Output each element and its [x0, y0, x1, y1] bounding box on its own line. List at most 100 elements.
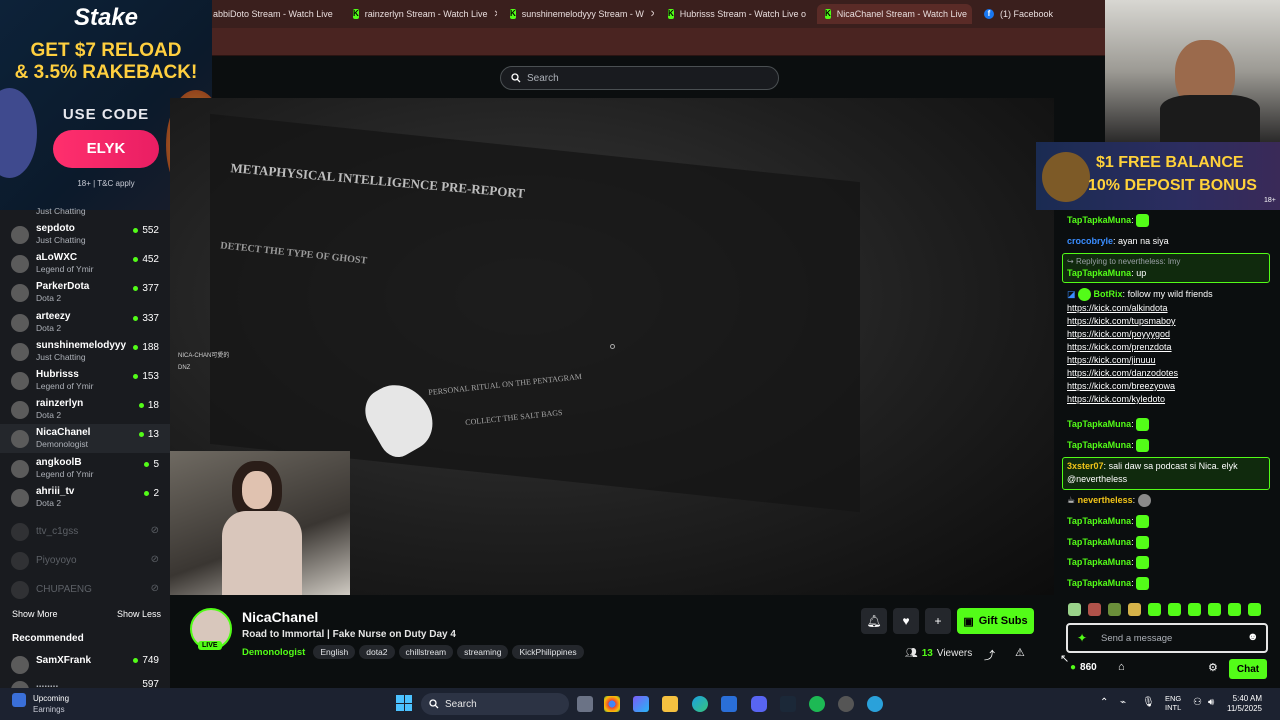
chat-link[interactable]: https://kick.com/prenzdota — [1067, 341, 1178, 354]
emoji-icon[interactable]: ☻ — [1247, 631, 1259, 643]
chat-username[interactable]: nevertheless — [1078, 495, 1133, 505]
sidebar-channel-offline[interactable]: ttv_c1gss ⊘ — [0, 517, 170, 546]
browser-tab[interactable]: abbiDoto Stream - Watch Live — [205, 4, 340, 24]
tag[interactable]: chillstream — [398, 645, 454, 659]
steam-icon[interactable] — [780, 696, 796, 712]
chat-send-button[interactable]: Chat — [1229, 659, 1267, 679]
store-app-icon[interactable] — [721, 696, 737, 712]
chat-username[interactable]: TapTapkaMuna — [1067, 419, 1131, 429]
chat-link[interactable]: https://kick.com/jinuuu — [1067, 354, 1178, 367]
copilot-icon[interactable] — [633, 696, 649, 712]
sidebar-channel-ahriii_tv[interactable]: ahriii_tv Dota 2 2 — [0, 483, 170, 512]
chat-username[interactable]: TapTapkaMuna — [1067, 440, 1131, 450]
chat-link[interactable]: https://kick.com/danzodotes — [1067, 367, 1178, 380]
windows-start-icon[interactable] — [396, 695, 412, 711]
volume-icon[interactable]: 🔊︎ — [1208, 697, 1214, 708]
tag[interactable]: English — [313, 645, 356, 659]
sidebar-channel-offline[interactable]: Piyoyoyo ⊘ — [0, 546, 170, 575]
follow-button[interactable]: ♥ — [893, 608, 919, 634]
chat-username[interactable]: TapTapkaMuna — [1067, 578, 1131, 588]
spotify-icon[interactable] — [809, 696, 825, 712]
sidebar-recommended-channel[interactable]: ........ 597 — [0, 675, 170, 688]
chat-link[interactable]: https://kick.com/kyledoto — [1067, 393, 1178, 406]
edge-icon[interactable] — [692, 696, 708, 712]
browser-tab[interactable]: K sunshinemelodyyy Stream - W ✕ — [502, 4, 654, 24]
tab-title: (1) Facebook — [1000, 9, 1054, 19]
sidebar-channel-alowxc[interactable]: aLoWXC Legend of Ymir 452 — [0, 249, 170, 278]
chat-username[interactable]: 3xster07 — [1067, 461, 1104, 471]
close-icon[interactable]: ✕ — [494, 9, 498, 20]
browser-tab-active[interactable]: K NicaChanel Stream - Watch Live ✕ — [817, 4, 972, 24]
share-icon[interactable]: ⤴ — [984, 647, 995, 663]
bonus-ad[interactable]: $1 FREE BALANCE 10% DEPOSIT BONUS 18+ — [1036, 142, 1280, 210]
network-icon[interactable]: ⌁ — [1120, 697, 1126, 708]
chat-username[interactable]: TapTapkaMuna — [1067, 268, 1131, 278]
emote-icon[interactable] — [1188, 603, 1201, 616]
emote-icon[interactable] — [1108, 603, 1121, 616]
emote-icon[interactable] — [1208, 603, 1221, 616]
emote-icon[interactable] — [1168, 603, 1181, 616]
subscribe-button[interactable]: + — [925, 608, 951, 634]
notification-bell-button[interactable]: 🔔︎ — [861, 608, 887, 634]
chat-username[interactable]: crocobryle — [1067, 236, 1113, 246]
sidebar-channel-nicachanel[interactable]: NicaChanel Demonologist 13 — [0, 424, 170, 454]
chat-username[interactable]: TapTapkaMuna — [1067, 557, 1131, 567]
telegram-icon[interactable] — [867, 696, 883, 712]
search-input[interactable]: Search — [500, 66, 779, 90]
emote-icon[interactable] — [1068, 603, 1081, 616]
gear-icon[interactable]: ⚙ — [1208, 661, 1218, 674]
language-indicator[interactable]: ENG INTL — [1165, 694, 1181, 712]
channel-points[interactable]: ● 860 — [1070, 662, 1097, 673]
discord-icon[interactable] — [751, 696, 767, 712]
file-explorer-icon[interactable] — [662, 696, 678, 712]
sidebar-channel-hubrisss[interactable]: Hubrisss Legend of Ymir 153 — [0, 366, 170, 395]
chat-link[interactable]: https://kick.com/tupsmaboy — [1067, 315, 1178, 328]
sparkle-icon[interactable]: ✦ — [1077, 631, 1087, 645]
wifi-icon[interactable]: ⚇ — [1193, 697, 1202, 708]
sidebar-channel-parkerdota[interactable]: ParkerDota Dota 2 377 — [0, 278, 170, 307]
sidebar-channel-angkoolb[interactable]: angkoolB Legend of Ymir 5 — [0, 454, 170, 483]
obs-icon[interactable] — [838, 696, 854, 712]
emote-icon[interactable] — [1248, 603, 1261, 616]
chat-input[interactable]: ✦ Send a message ☻ — [1066, 623, 1268, 653]
sidebar-channel-offline[interactable]: CHUPAENG ⊘ — [0, 575, 170, 604]
microphone-icon[interactable]: 🎙︎ — [1142, 697, 1155, 708]
emote-icon[interactable] — [1148, 603, 1161, 616]
task-view-icon[interactable] — [577, 696, 593, 712]
store-icon[interactable]: ⌂ — [1118, 661, 1125, 673]
report-icon[interactable]: ⚠ — [1015, 646, 1025, 659]
chat-username[interactable]: TapTapkaMuna — [1067, 537, 1131, 547]
tag[interactable]: streaming — [457, 645, 509, 659]
widget-title[interactable]: Upcoming — [33, 694, 69, 703]
stocks-icon[interactable] — [12, 693, 26, 707]
tag[interactable]: KickPhilippines — [512, 645, 584, 659]
sidebar-channel-sunshinemelodyyy[interactable]: sunshinemelodyyy Just Chatting 188 — [0, 337, 170, 366]
show-less-button[interactable]: Show Less — [117, 609, 161, 619]
close-icon[interactable]: ✕ — [650, 9, 654, 20]
chevron-up-icon[interactable]: ⌃ — [1100, 697, 1108, 708]
emote-icon[interactable] — [1228, 603, 1241, 616]
chat-username[interactable]: TapTapkaMuna — [1067, 215, 1131, 225]
chat-username[interactable]: BotRix — [1094, 289, 1123, 299]
emote-icon[interactable] — [1088, 603, 1101, 616]
emote-icon[interactable] — [1128, 603, 1141, 616]
browser-tab[interactable]: f (1) Facebook — [976, 4, 1101, 24]
gift-subs-button[interactable]: ▣ Gift Subs — [957, 608, 1034, 634]
chat-link[interactable]: https://kick.com/breezyowa — [1067, 380, 1178, 393]
chat-link[interactable]: https://kick.com/alkindota — [1067, 302, 1178, 315]
chat-username[interactable]: TapTapkaMuna — [1067, 516, 1131, 526]
sidebar-channel-sepdoto[interactable]: sepdoto Just Chatting 552 — [0, 220, 170, 249]
browser-tab[interactable]: K rainzerlyn Stream - Watch Live ✕ — [345, 4, 497, 24]
clock[interactable]: 5:40 AM 11/5/2025 — [1227, 694, 1262, 714]
sidebar-channel-arteezy[interactable]: arteezy Dota 2 337 — [0, 308, 170, 337]
browser-tab[interactable]: K Hubrisss Stream - Watch Live o ✕ — [660, 4, 812, 24]
taskbar-search[interactable]: Search — [421, 693, 569, 715]
chat-link[interactable]: https://kick.com/poyyygod — [1067, 328, 1178, 341]
chrome-icon[interactable] — [604, 696, 620, 712]
streamer-name[interactable]: NicaChanel — [242, 609, 318, 625]
show-more-button[interactable]: Show More — [12, 609, 58, 619]
sidebar-channel-rainzerlyn[interactable]: rainzerlyn Dota 2 18 — [0, 395, 170, 424]
category-link[interactable]: Demonologist — [242, 647, 305, 658]
promo-code-button[interactable]: ELYK — [53, 130, 159, 168]
tag[interactable]: dota2 — [359, 645, 395, 659]
